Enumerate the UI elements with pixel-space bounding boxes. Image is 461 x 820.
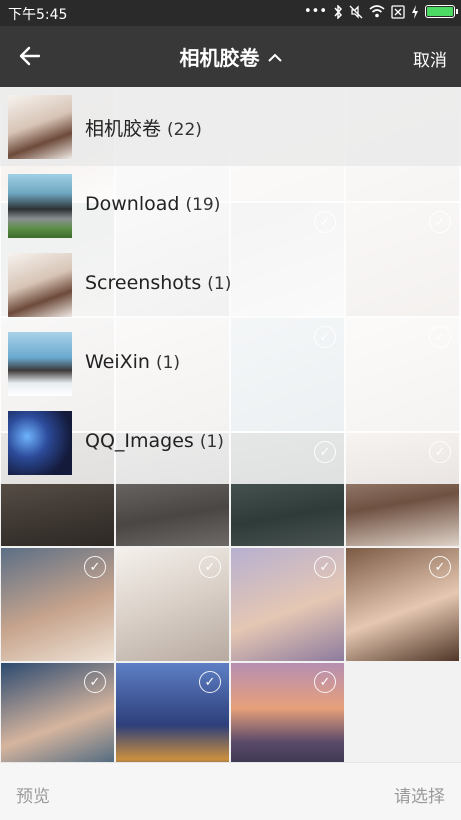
album-item-download[interactable]: Download (19)	[0, 166, 461, 245]
album-item-screenshots[interactable]: Screenshots (1)	[0, 245, 461, 324]
album-thumbnail	[8, 332, 72, 396]
bottom-bar: 预览 请选择	[0, 762, 461, 820]
page-title: 相机胶卷	[179, 46, 260, 70]
title-bar: 相机胶卷 取消	[0, 26, 461, 87]
album-thumbnail	[8, 95, 72, 159]
charging-icon	[412, 4, 418, 19]
check-circle-icon[interactable]: ✓	[84, 556, 106, 578]
photo-thumb[interactable]: ✓	[1, 548, 114, 661]
bluetooth-icon	[334, 4, 343, 19]
photo-thumb[interactable]: ✓	[231, 663, 344, 776]
check-circle-icon[interactable]: ✓	[199, 556, 221, 578]
photo-thumb[interactable]: ✓	[346, 548, 459, 661]
photo-thumb[interactable]: ✓	[1, 663, 114, 776]
album-name: Download	[85, 193, 180, 215]
photo-thumb[interactable]: ✓	[116, 663, 229, 776]
album-name: QQ_Images	[85, 430, 194, 452]
chevron-up-icon	[267, 50, 282, 66]
album-count: (19)	[185, 195, 221, 215]
album-thumbnail	[8, 253, 72, 317]
check-circle-icon[interactable]: ✓	[314, 671, 336, 693]
album-name: WeiXin	[85, 351, 150, 373]
check-circle-icon[interactable]: ✓	[314, 556, 336, 578]
album-item-camera-roll[interactable]: 相机胶卷 (22)	[0, 87, 461, 166]
album-count: (22)	[167, 120, 202, 140]
photo-thumb[interactable]: ✓	[231, 548, 344, 661]
album-thumbnail	[8, 174, 72, 238]
check-circle-icon[interactable]: ✓	[199, 671, 221, 693]
album-selector[interactable]: 相机胶卷	[0, 42, 461, 71]
status-icons: •••	[303, 4, 458, 19]
cancel-button[interactable]: 取消	[413, 46, 447, 71]
battery-icon	[425, 5, 458, 18]
album-item-qq-images[interactable]: QQ_Images (1)	[0, 403, 461, 482]
album-dropdown: 相机胶卷 (22) Download (19) Screenshots (1) Wei…	[0, 87, 461, 484]
album-count: (1)	[199, 432, 224, 452]
select-button[interactable]: 请选择	[394, 782, 445, 807]
album-count: (1)	[155, 353, 181, 373]
album-name: Screenshots	[85, 272, 202, 294]
album-thumbnail	[8, 411, 72, 475]
status-bar: 下午5:45 •••	[0, 0, 461, 26]
more-dots-icon: •••	[303, 4, 327, 19]
sim-x-icon	[391, 4, 405, 19]
check-circle-icon[interactable]: ✓	[429, 556, 451, 578]
preview-button[interactable]: 预览	[16, 782, 50, 807]
photo-thumb[interactable]: ✓	[116, 548, 229, 661]
album-count: (1)	[207, 274, 232, 294]
album-item-weixin[interactable]: WeiXin (1)	[0, 324, 461, 403]
mute-icon	[349, 4, 363, 19]
wifi-icon	[369, 5, 385, 18]
album-name: 相机胶卷	[85, 118, 162, 140]
status-time: 下午5:45	[8, 7, 68, 23]
check-circle-icon[interactable]: ✓	[84, 671, 106, 693]
